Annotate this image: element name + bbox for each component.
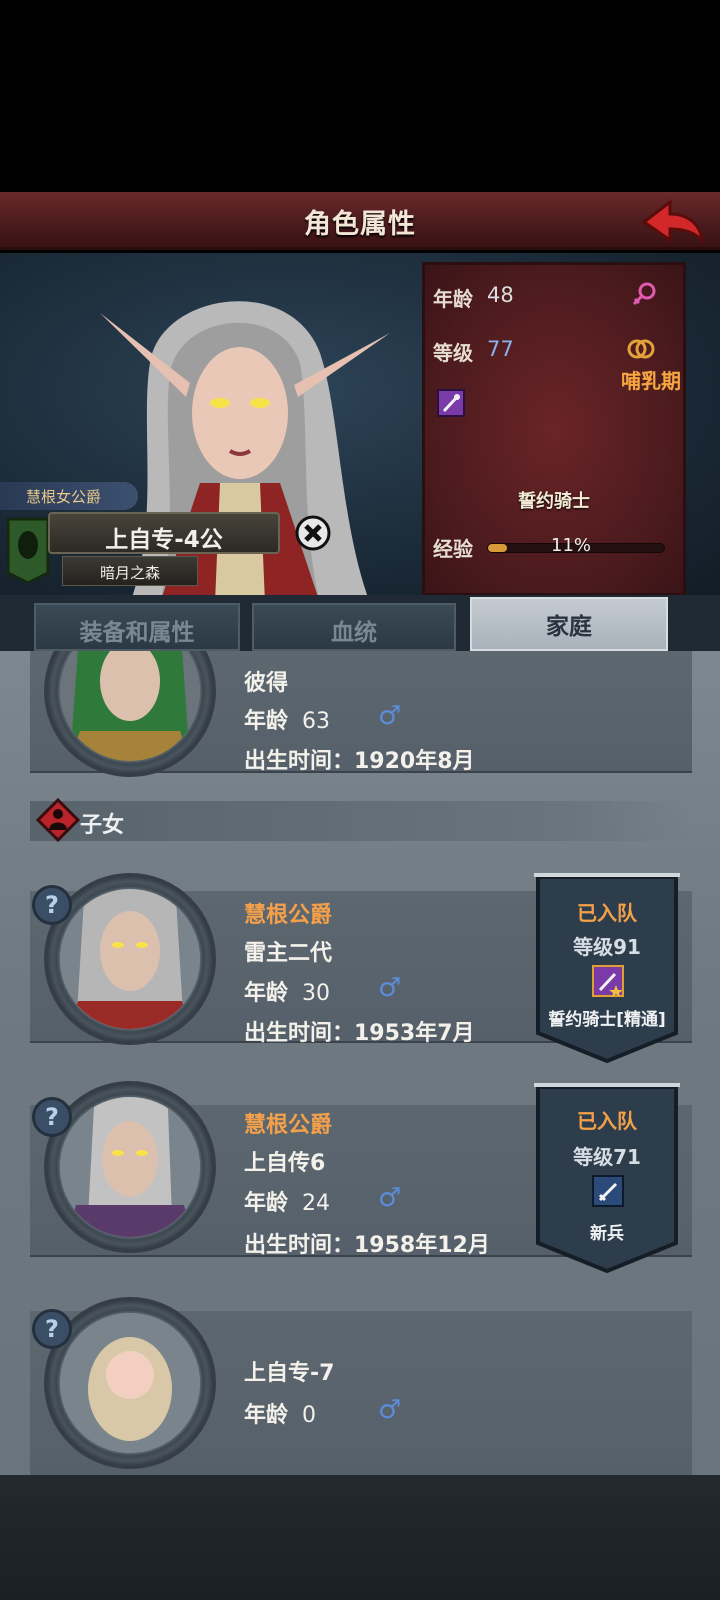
level-label: 等级 <box>433 341 473 365</box>
child-2-age-label: 年龄 <box>244 1191 289 1216</box>
child-3-age: 年龄 0 <box>244 1397 316 1429</box>
name-plate: 上自专-4公 <box>48 512 280 554</box>
child-3-name: 上自专-7 <box>244 1361 335 1386</box>
tab-bar: 装备和属性 血统 家庭 <box>0 595 720 651</box>
staff-skill-icon <box>592 965 624 997</box>
child-1-age: 年龄 30 <box>244 975 330 1007</box>
male-icon: ♂ <box>378 973 402 1003</box>
child-2-age-value: 24 <box>302 1191 331 1216</box>
child-1-age-value: 30 <box>302 981 331 1006</box>
tab-bloodline[interactable]: 血统 <box>252 603 456 651</box>
female-icon <box>632 282 656 306</box>
child-2-class: 新兵 <box>590 1224 624 1244</box>
male-icon: ♂ <box>378 701 402 731</box>
character-name: 上自专-4公 <box>105 527 223 553</box>
exp-label: 经验 <box>433 537 473 561</box>
bottom-bar <box>0 1475 720 1600</box>
staff-skill-icon[interactable] <box>437 389 465 417</box>
children-section-title: 子女 <box>80 813 125 838</box>
spouse-age-value: 63 <box>302 709 331 734</box>
top-blank <box>0 0 720 192</box>
child-2-avatar-frame <box>44 1081 216 1253</box>
male-icon: ♂ <box>378 1395 402 1425</box>
back-arrow-icon[interactable] <box>640 198 706 244</box>
children-section-header <box>30 801 692 841</box>
child-1-name: 雷主二代 <box>244 941 333 966</box>
spouse-age: 年龄 63 <box>244 703 330 735</box>
child-2-level: 等级71 <box>573 1145 641 1169</box>
child-3-avatar <box>60 1313 200 1453</box>
tab-family[interactable]: 家庭 <box>470 597 668 651</box>
child-2-age: 年龄 24 <box>244 1185 330 1217</box>
child-3-age-value: 0 <box>302 1403 317 1428</box>
male-icon: ♂ <box>378 1183 402 1213</box>
spouse-name: 彼得 <box>244 671 289 696</box>
exp-percent: 11% <box>551 535 592 556</box>
spouse-avatar <box>60 651 200 761</box>
child-1-age-label: 年龄 <box>244 981 289 1006</box>
region-name: 暗月之森 <box>99 564 160 582</box>
status-text: 哺乳期 <box>621 369 681 393</box>
age-value: 48 <box>487 283 514 307</box>
spouse-age-label: 年龄 <box>244 709 289 734</box>
class-name: 誓约骑士 <box>518 491 590 512</box>
page-title: 角色属性 <box>304 209 416 240</box>
child-2-name: 上自传6 <box>244 1151 326 1176</box>
child-1-level: 等级91 <box>573 935 641 959</box>
child-2-team-status: 已入队 <box>577 1109 637 1133</box>
child-3-age-label: 年龄 <box>244 1403 289 1428</box>
family-list[interactable]: 彼得 年龄 63 ♂ 出生时间：1920年8月 子女 ? 慧根公爵 雷主二代 年龄… <box>0 651 720 1475</box>
sword-skill-icon <box>592 1175 624 1207</box>
age-label: 年龄 <box>433 287 473 311</box>
faction-banner-icon <box>6 517 50 583</box>
title-bar: 角色属性 <box>0 192 720 250</box>
tab-equipment[interactable]: 装备和属性 <box>34 603 240 651</box>
level-value: 77 <box>487 337 514 361</box>
child-1-help-icon[interactable]: ? <box>32 885 72 925</box>
child-1-class: 誓约骑士[精通] <box>548 1010 666 1030</box>
child-1-title: 慧根公爵 <box>244 903 333 928</box>
rings-icon <box>627 339 655 359</box>
child-1-birth: 出生时间：1953年7月 <box>244 1021 475 1046</box>
region-plate: 暗月之森 <box>62 556 198 586</box>
child-2-help-icon[interactable]: ? <box>32 1097 72 1137</box>
noble-title-tag: 慧根女公爵 <box>0 482 138 510</box>
children-icon <box>36 798 80 842</box>
exp-bar-fill <box>488 544 508 552</box>
dismiss-icon[interactable] <box>294 514 332 552</box>
child-2-birth: 出生时间：1958年12月 <box>244 1233 490 1258</box>
stats-card: 年龄 48 等级 77 哺乳期 誓约骑士 经验 11% <box>422 262 686 596</box>
child-2-title: 慧根公爵 <box>244 1113 333 1138</box>
child-1-team-status: 已入队 <box>577 901 637 925</box>
spouse-birth: 出生时间：1920年8月 <box>244 749 475 774</box>
child-1-avatar <box>60 889 200 1029</box>
child-3-help-icon[interactable]: ? <box>32 1309 72 1349</box>
child-2-avatar <box>60 1097 200 1237</box>
